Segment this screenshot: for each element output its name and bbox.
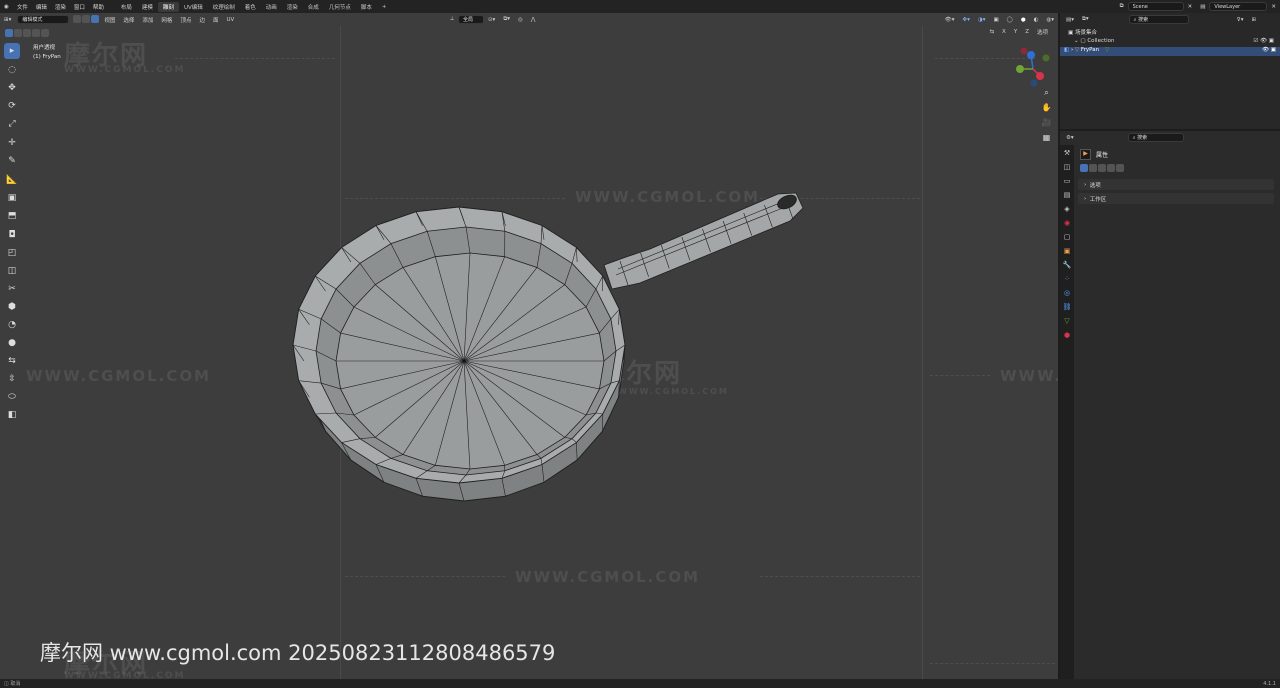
workspace-tab-geometry-nodes[interactable]: 几何节点: [324, 2, 356, 12]
status-left: ◫ 取消: [4, 681, 21, 687]
outliner-row-frypan[interactable]: ◧ › ▽ FryPan ▽ 👁 ▣: [1060, 47, 1280, 56]
particles-tab-icon[interactable]: ⁘: [1062, 274, 1072, 284]
panel-options[interactable]: › 选项: [1078, 179, 1274, 190]
blender-logo-icon[interactable]: ◉: [0, 4, 13, 10]
workspace-tab-animation[interactable]: 动画: [261, 2, 282, 12]
collection-visibility-icon[interactable]: ☑ 👁 ▣: [1253, 38, 1274, 44]
menu-render[interactable]: 渲染: [51, 3, 70, 11]
properties-editor: ⚙▾ ⌕ 搜索 ⚒ ◫ ▭ ▤ ◈ ◉ ▢ ▣ 🔧 ⁘ ◎ ⛓ ▽ ● ▶ 属性 › 选项 › 工作区: [1060, 131, 1280, 679]
properties-title-row: ▶ 属性: [1080, 149, 1108, 160]
watermark-caption: 摩尔网 www.cgmol.com 20250823112808486579: [40, 641, 556, 665]
object-tab-icon[interactable]: ▣: [1062, 246, 1072, 256]
new-collection-icon[interactable]: ⊞: [1247, 17, 1260, 23]
view-layer-tab-icon[interactable]: ▤: [1062, 190, 1072, 200]
physics-tab-icon[interactable]: ◎: [1062, 288, 1072, 298]
workspace-tab-layout[interactable]: 布局: [116, 2, 137, 12]
properties-search-placeholder: 搜索: [1137, 135, 1148, 141]
material-tab-icon[interactable]: ●: [1062, 330, 1072, 340]
scene-tab-icon[interactable]: ◈: [1062, 204, 1072, 214]
affect-origins-icon[interactable]: [1080, 164, 1088, 172]
outliner-row-scene-collection[interactable]: ▣ 场景集合: [1068, 28, 1097, 36]
3d-viewport[interactable]: ⊞▾ 编辑模式 视图 选择 添加 网格 顶点 边 面 UV ⟂ 全局 ⊙▾ ⧉▾…: [0, 13, 1058, 679]
affect-locations-icon[interactable]: [1089, 164, 1097, 172]
handle-edge: [615, 202, 796, 276]
view-layer-icon[interactable]: ▤: [1196, 4, 1209, 10]
workspace-tab-texture-paint[interactable]: 纹理绘制: [208, 2, 240, 12]
properties-header: ⚙▾ ⌕ 搜索: [1062, 133, 1184, 142]
workspace-tab-rendering[interactable]: 渲染: [282, 2, 303, 12]
edit-mode-icon[interactable]: ◧: [1064, 47, 1071, 53]
properties-tab-column: ⚒ ◫ ▭ ▤ ◈ ◉ ▢ ▣ 🔧 ⁘ ◎ ⛓ ▽ ●: [1060, 145, 1074, 679]
affect-snap-icon[interactable]: [1116, 164, 1124, 172]
workspace-tab-scripting[interactable]: 脚本: [356, 2, 377, 12]
view-layer-name: ViewLayer: [1214, 3, 1241, 10]
outliner-filter-mode-icon[interactable]: ⧉▾: [1078, 16, 1093, 23]
affect-mirror-icon[interactable]: [1107, 164, 1115, 172]
affect-parents-icon[interactable]: [1098, 164, 1106, 172]
panel-workspace[interactable]: › 工作区: [1078, 193, 1274, 204]
menu-file[interactable]: 文件: [13, 3, 32, 11]
scene-delete-icon[interactable]: ✕: [1184, 4, 1197, 10]
outliner-panel: ▤▾ ⧉▾ ⌕ 搜索 ⊽▾ ⊞ ▣ 场景集合 ⌄ ▢ Collection ☑ 👁…: [1060, 13, 1280, 129]
scene-selector[interactable]: Scene: [1127, 2, 1184, 11]
status-bar: ◫ 取消 4.1.1: [0, 679, 1280, 688]
top-menu-bar: ◉ 文件 编辑 渲染 窗口 帮助 布局 建模 雕刻 UV编辑 纹理绘制 着色 动…: [0, 0, 1280, 13]
outliner-header: ▤▾ ⧉▾ ⌕ 搜索 ⊽▾ ⊞: [1062, 15, 1260, 24]
render-tab-icon[interactable]: ◫: [1062, 162, 1072, 172]
menu-window[interactable]: 窗口: [70, 3, 89, 11]
workspace-tab-compositing[interactable]: 合成: [303, 2, 324, 12]
output-tab-icon[interactable]: ▭: [1062, 176, 1072, 186]
outliner-row-collection[interactable]: ⌄ ▢ Collection ☑ 👁 ▣: [1074, 38, 1278, 44]
data-tab-icon[interactable]: ▽: [1062, 316, 1072, 326]
workspace-tab-sculpting[interactable]: 雕刻: [157, 1, 179, 12]
version-label: 4.1.1: [1263, 680, 1276, 687]
collection-tab-icon[interactable]: ▢: [1062, 232, 1072, 242]
menu-help[interactable]: 帮助: [89, 3, 108, 11]
add-workspace-button[interactable]: +: [377, 3, 392, 11]
workspace-tab-modeling[interactable]: 建模: [137, 2, 158, 12]
menu-edit[interactable]: 编辑: [32, 3, 51, 11]
object-visibility-icon[interactable]: 👁 ▣: [1262, 47, 1276, 53]
properties-search-input[interactable]: ⌕ 搜索: [1127, 133, 1184, 142]
outliner-editor-icon[interactable]: ▤▾: [1062, 17, 1078, 23]
scene-name: Scene: [1132, 3, 1148, 10]
world-tab-icon[interactable]: ◉: [1062, 218, 1072, 228]
scene-icon[interactable]: ⧉: [1116, 3, 1128, 10]
handle-edge: [617, 197, 793, 270]
pan-center-vertex: [462, 359, 466, 363]
outliner-search-input[interactable]: ⌕ 搜索: [1128, 15, 1189, 24]
workspace-tab-uv-editing[interactable]: UV编辑: [179, 2, 208, 12]
mesh-data-icon: ▽: [1105, 47, 1110, 53]
view-layer-delete-icon[interactable]: ✕: [1267, 4, 1280, 10]
constraints-tab-icon[interactable]: ⛓: [1062, 302, 1072, 312]
properties-title: 属性: [1096, 152, 1109, 159]
workspace-tab-shading[interactable]: 着色: [240, 2, 261, 12]
outliner-filter-icon[interactable]: ⊽▾: [1233, 17, 1248, 23]
frying-pan-mesh[interactable]: [0, 13, 1058, 679]
transform-affect-row: [1080, 164, 1125, 174]
tool-settings-icon: ▶: [1080, 149, 1091, 160]
properties-editor-icon[interactable]: ⚙▾: [1062, 135, 1078, 141]
modifier-tab-icon[interactable]: 🔧: [1062, 260, 1072, 270]
view-layer-selector[interactable]: ViewLayer: [1209, 2, 1268, 11]
outliner-search-placeholder: 搜索: [1138, 17, 1149, 23]
scene-collection-icon: ▣: [1068, 30, 1075, 36]
pan-handle: [603, 192, 804, 290]
tool-tab-icon[interactable]: ⚒: [1062, 148, 1072, 158]
